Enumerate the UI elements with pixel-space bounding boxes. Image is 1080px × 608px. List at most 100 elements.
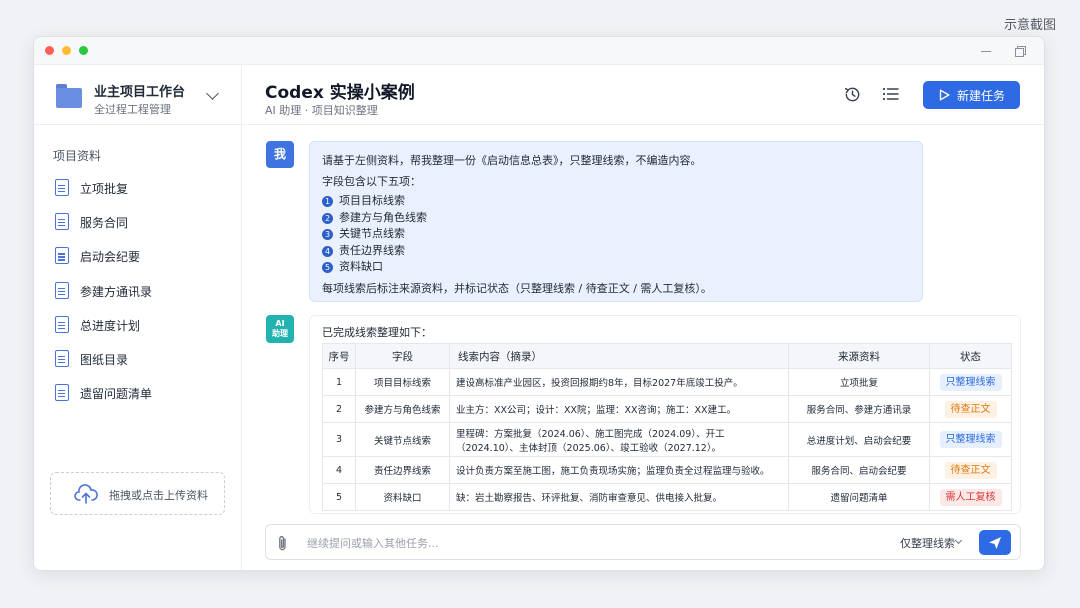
field-cell: 责任边界线索 [355, 456, 450, 484]
chevron-down-icon[interactable] [954, 536, 963, 545]
mode-select[interactable]: 仅整理线索 [900, 535, 955, 551]
field-cell: 资料缺口 [355, 483, 450, 511]
upload-label: 拖拽或点击上传资料 [109, 489, 208, 502]
table-row: 5 资料缺口 缺：岩土勘察报告、环评批复、消防审查意见、供电接入批复。 遗留问题清单需… [322, 483, 1012, 511]
status-cell: 只整理线索 [929, 422, 1012, 457]
content-cell: 缺：岩土勘察报告、环评批复、消防审查意见、供电接入批复。 [449, 483, 789, 511]
app-window: 业主项目工作台 全过程工程管理 项目资料 立项批复 服务合同 启动会纪要 参建方… [33, 36, 1045, 571]
sidebar-item-label: 启动会纪要 [80, 250, 141, 265]
sidebar-item-label: 遗留问题清单 [80, 387, 153, 402]
source-cell: 立项批复 [788, 368, 930, 396]
user-message-line: 字段包含以下五项： [322, 175, 421, 188]
close-window-button[interactable] [45, 46, 54, 55]
content-cell: 里程碑：方案批复（2024.06）、施工图完成（2024.09）、开工（2024… [449, 422, 789, 457]
chevron-down-icon[interactable] [206, 87, 219, 100]
list-icon[interactable] [882, 86, 900, 102]
sidebar-item-contract[interactable]: 服务合同 [34, 207, 241, 241]
user-message-list-item: 4 责任边界线索 [322, 242, 405, 258]
row-number-cell: 4 [322, 456, 356, 484]
document-list: 立项批复 服务合同 启动会纪要 参建方通讯录 总进度计划 图纸目录 遗留问题清单 [34, 173, 241, 412]
document-icon [55, 213, 69, 231]
content-cell: 建设高标准产业园区，投资回报期约8年，目标2027年底竣工投产。 [449, 368, 789, 396]
main-header: Codex 实操小案例 AI 助理 · 项目知识整理 新建任务 [242, 65, 1044, 125]
user-message-list-item: 5 资料缺口 [322, 258, 383, 274]
column-header: 来源资料 [788, 343, 930, 369]
status-badge: 待查正文 [944, 461, 997, 479]
sidebar-item-label: 图纸目录 [80, 352, 129, 367]
workspace-subtitle: 全过程工程管理 [94, 103, 171, 116]
row-number-cell: 5 [322, 483, 356, 511]
status-cell: 待查正文 [929, 395, 1012, 423]
user-message-list-item: 2 参建方与角色线索 [322, 209, 427, 225]
ai-avatar: AI 助理 [266, 315, 294, 343]
row-number-cell: 1 [322, 368, 356, 396]
main-panel: Codex 实操小案例 AI 助理 · 项目知识整理 新建任务 我 请基于左侧资… [242, 65, 1044, 570]
table-row: 4 责任边界线索 设计负责方案至施工图，施工负责现场实施；监理负责全过程监理与验收。… [322, 456, 1012, 484]
user-avatar: 我 [266, 141, 294, 168]
document-icon [55, 315, 69, 333]
ai-response-panel: 已完成线索整理如下： 序号 字段 线索内容（摘录） 来源资料 状态 1 项目目标线… [309, 315, 1021, 514]
column-header: 状态 [929, 343, 1012, 369]
user-message-line: 请基于左侧资料，帮我整理一份《启动信息总表》，只整理线索，不编造内容。 [322, 154, 702, 167]
field-cell: 参建方与角色线索 [355, 395, 450, 423]
paperclip-icon[interactable] [276, 534, 289, 552]
screenshot-caption: 示意截图 [1003, 18, 1056, 33]
new-task-button[interactable]: 新建任务 [923, 81, 1020, 109]
document-icon [55, 247, 69, 265]
table-header-row: 序号 字段 线索内容（摘录） 来源资料 状态 [322, 343, 1012, 369]
sidebar-item-approval[interactable]: 立项批复 [34, 173, 241, 207]
row-number-cell: 3 [322, 422, 356, 457]
status-badge: 需人工复核 [939, 488, 1002, 506]
page-subtitle: AI 助理 · 项目知识整理 [265, 104, 378, 117]
play-icon [939, 89, 950, 101]
source-cell: 总进度计划、启动会纪要 [788, 422, 930, 457]
status-cell: 待查正文 [929, 456, 1012, 484]
clues-table: 序号 字段 线索内容（摘录） 来源资料 状态 1 项目目标线索 建设高标准产业园区，… [322, 343, 1012, 511]
workspace-title: 业主项目工作台 [94, 85, 186, 100]
source-cell: 服务合同、参建方通讯录 [788, 395, 930, 423]
sidebar-item-drawings[interactable]: 图纸目录 [34, 344, 241, 378]
source-cell: 遗留问题清单 [788, 483, 930, 511]
send-button[interactable] [979, 530, 1011, 555]
message-input[interactable] [307, 532, 867, 554]
folder-icon [56, 84, 82, 108]
restore-icon[interactable] [1012, 43, 1028, 59]
minimize-window-button[interactable] [62, 46, 71, 55]
history-icon[interactable] [843, 85, 862, 104]
status-badge: 待查正文 [944, 400, 997, 418]
sidebar-section-title: 项目资料 [53, 149, 102, 163]
sidebar-item-kickoff-minutes[interactable]: 启动会纪要 [34, 241, 241, 275]
user-message-line: 每项线索后标注来源资料，并标记状态（只整理线索 / 待查正文 / 需人工复核）。 [322, 282, 712, 295]
new-task-label: 新建任务 [957, 89, 1006, 103]
send-icon [989, 537, 1001, 549]
document-icon [55, 384, 69, 402]
status-cell: 需人工复核 [929, 483, 1012, 511]
sidebar-item-label: 总进度计划 [80, 318, 141, 333]
workspace-switcher[interactable]: 业主项目工作台 全过程工程管理 [34, 65, 241, 125]
table-row: 1 项目目标线索 建设高标准产业园区，投资回报期约8年，目标2027年底竣工投产。立… [322, 368, 1012, 396]
sidebar: 业主项目工作台 全过程工程管理 项目资料 立项批复 服务合同 启动会纪要 参建方… [34, 65, 242, 570]
minimize-icon[interactable] [978, 43, 994, 59]
source-cell: 服务合同、启动会纪要 [788, 456, 930, 484]
title-bar [34, 37, 1044, 65]
sidebar-item-label: 立项批复 [80, 182, 129, 196]
zoom-window-button[interactable] [79, 46, 88, 55]
content-cell: 设计负责方案至施工图，施工负责现场实施；监理负责全过程监理与验收。 [449, 456, 789, 484]
user-message-list-item: 3 关键节点线索 [322, 225, 405, 241]
sidebar-item-contacts[interactable]: 参建方通讯录 [34, 276, 241, 310]
column-header: 线索内容（摘录） [449, 343, 789, 369]
document-icon [55, 281, 69, 299]
column-header: 序号 [322, 343, 356, 369]
upload-dropzone[interactable]: 拖拽或点击上传资料 [50, 472, 225, 515]
upload-cloud-icon [74, 484, 98, 504]
user-message-bubble: 请基于左侧资料，帮我整理一份《启动信息总表》，只整理线索，不编造内容。 字段包含… [309, 141, 923, 302]
ai-response-intro: 已完成线索整理如下： [322, 326, 432, 339]
column-header: 字段 [355, 343, 450, 369]
sidebar-item-schedule[interactable]: 总进度计划 [34, 310, 241, 344]
status-badge: 只整理线索 [939, 431, 1002, 448]
user-message-list-item: 1 项目目标线索 [322, 192, 405, 208]
table-row: 2 参建方与角色线索 业主方：XX公司；设计：XX院；监理：XX咨询；施工：XX建工… [322, 395, 1012, 423]
content-cell: 业主方：XX公司；设计：XX院；监理：XX咨询；施工：XX建工。 [449, 395, 789, 423]
page-title: Codex 实操小案例 [265, 83, 415, 103]
sidebar-item-open-issues[interactable]: 遗留问题清单 [34, 378, 241, 412]
